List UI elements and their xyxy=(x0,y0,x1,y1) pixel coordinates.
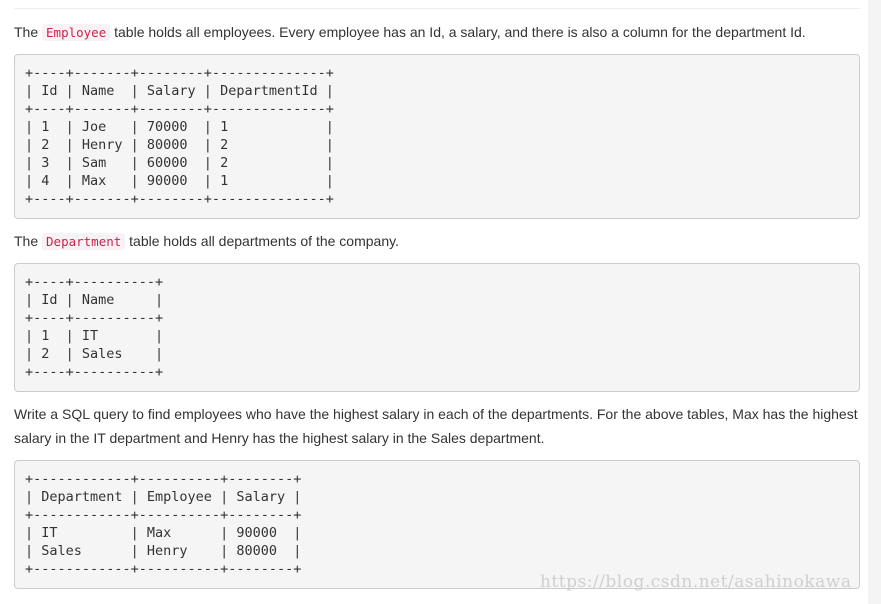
employee-intro-paragraph: The Employee table holds all employees. … xyxy=(14,20,862,45)
department-intro-after: table holds all departments of the compa… xyxy=(125,233,399,249)
department-inline-code: Department xyxy=(42,233,126,250)
department-table-text: +----+----------+ | Id | Name | +----+--… xyxy=(25,274,164,380)
department-table-block: +----+----------+ | Id | Name | +----+--… xyxy=(14,263,860,392)
watermark: https://blog.csdn.net/asahinokawa xyxy=(540,572,852,592)
employee-table-block: +----+-------+--------+--------------+ |… xyxy=(14,54,860,219)
employee-inline-code: Employee xyxy=(42,24,111,41)
top-divider xyxy=(14,8,860,9)
task-paragraph: Write a SQL query to find employees who … xyxy=(14,406,858,446)
result-table-text: +------------+----------+--------+ | Dep… xyxy=(25,471,302,577)
employee-table-text: +----+-------+--------+--------------+ |… xyxy=(25,65,334,207)
department-intro-before: The xyxy=(14,233,43,249)
employee-intro-after: table holds all employees. Every employe… xyxy=(110,24,806,40)
department-intro-paragraph: The Department table holds all departmen… xyxy=(14,229,862,254)
employee-intro-before: The xyxy=(14,24,43,40)
result-table-block: +------------+----------+--------+ | Dep… xyxy=(14,460,860,589)
scrollbar-track[interactable] xyxy=(868,0,881,604)
